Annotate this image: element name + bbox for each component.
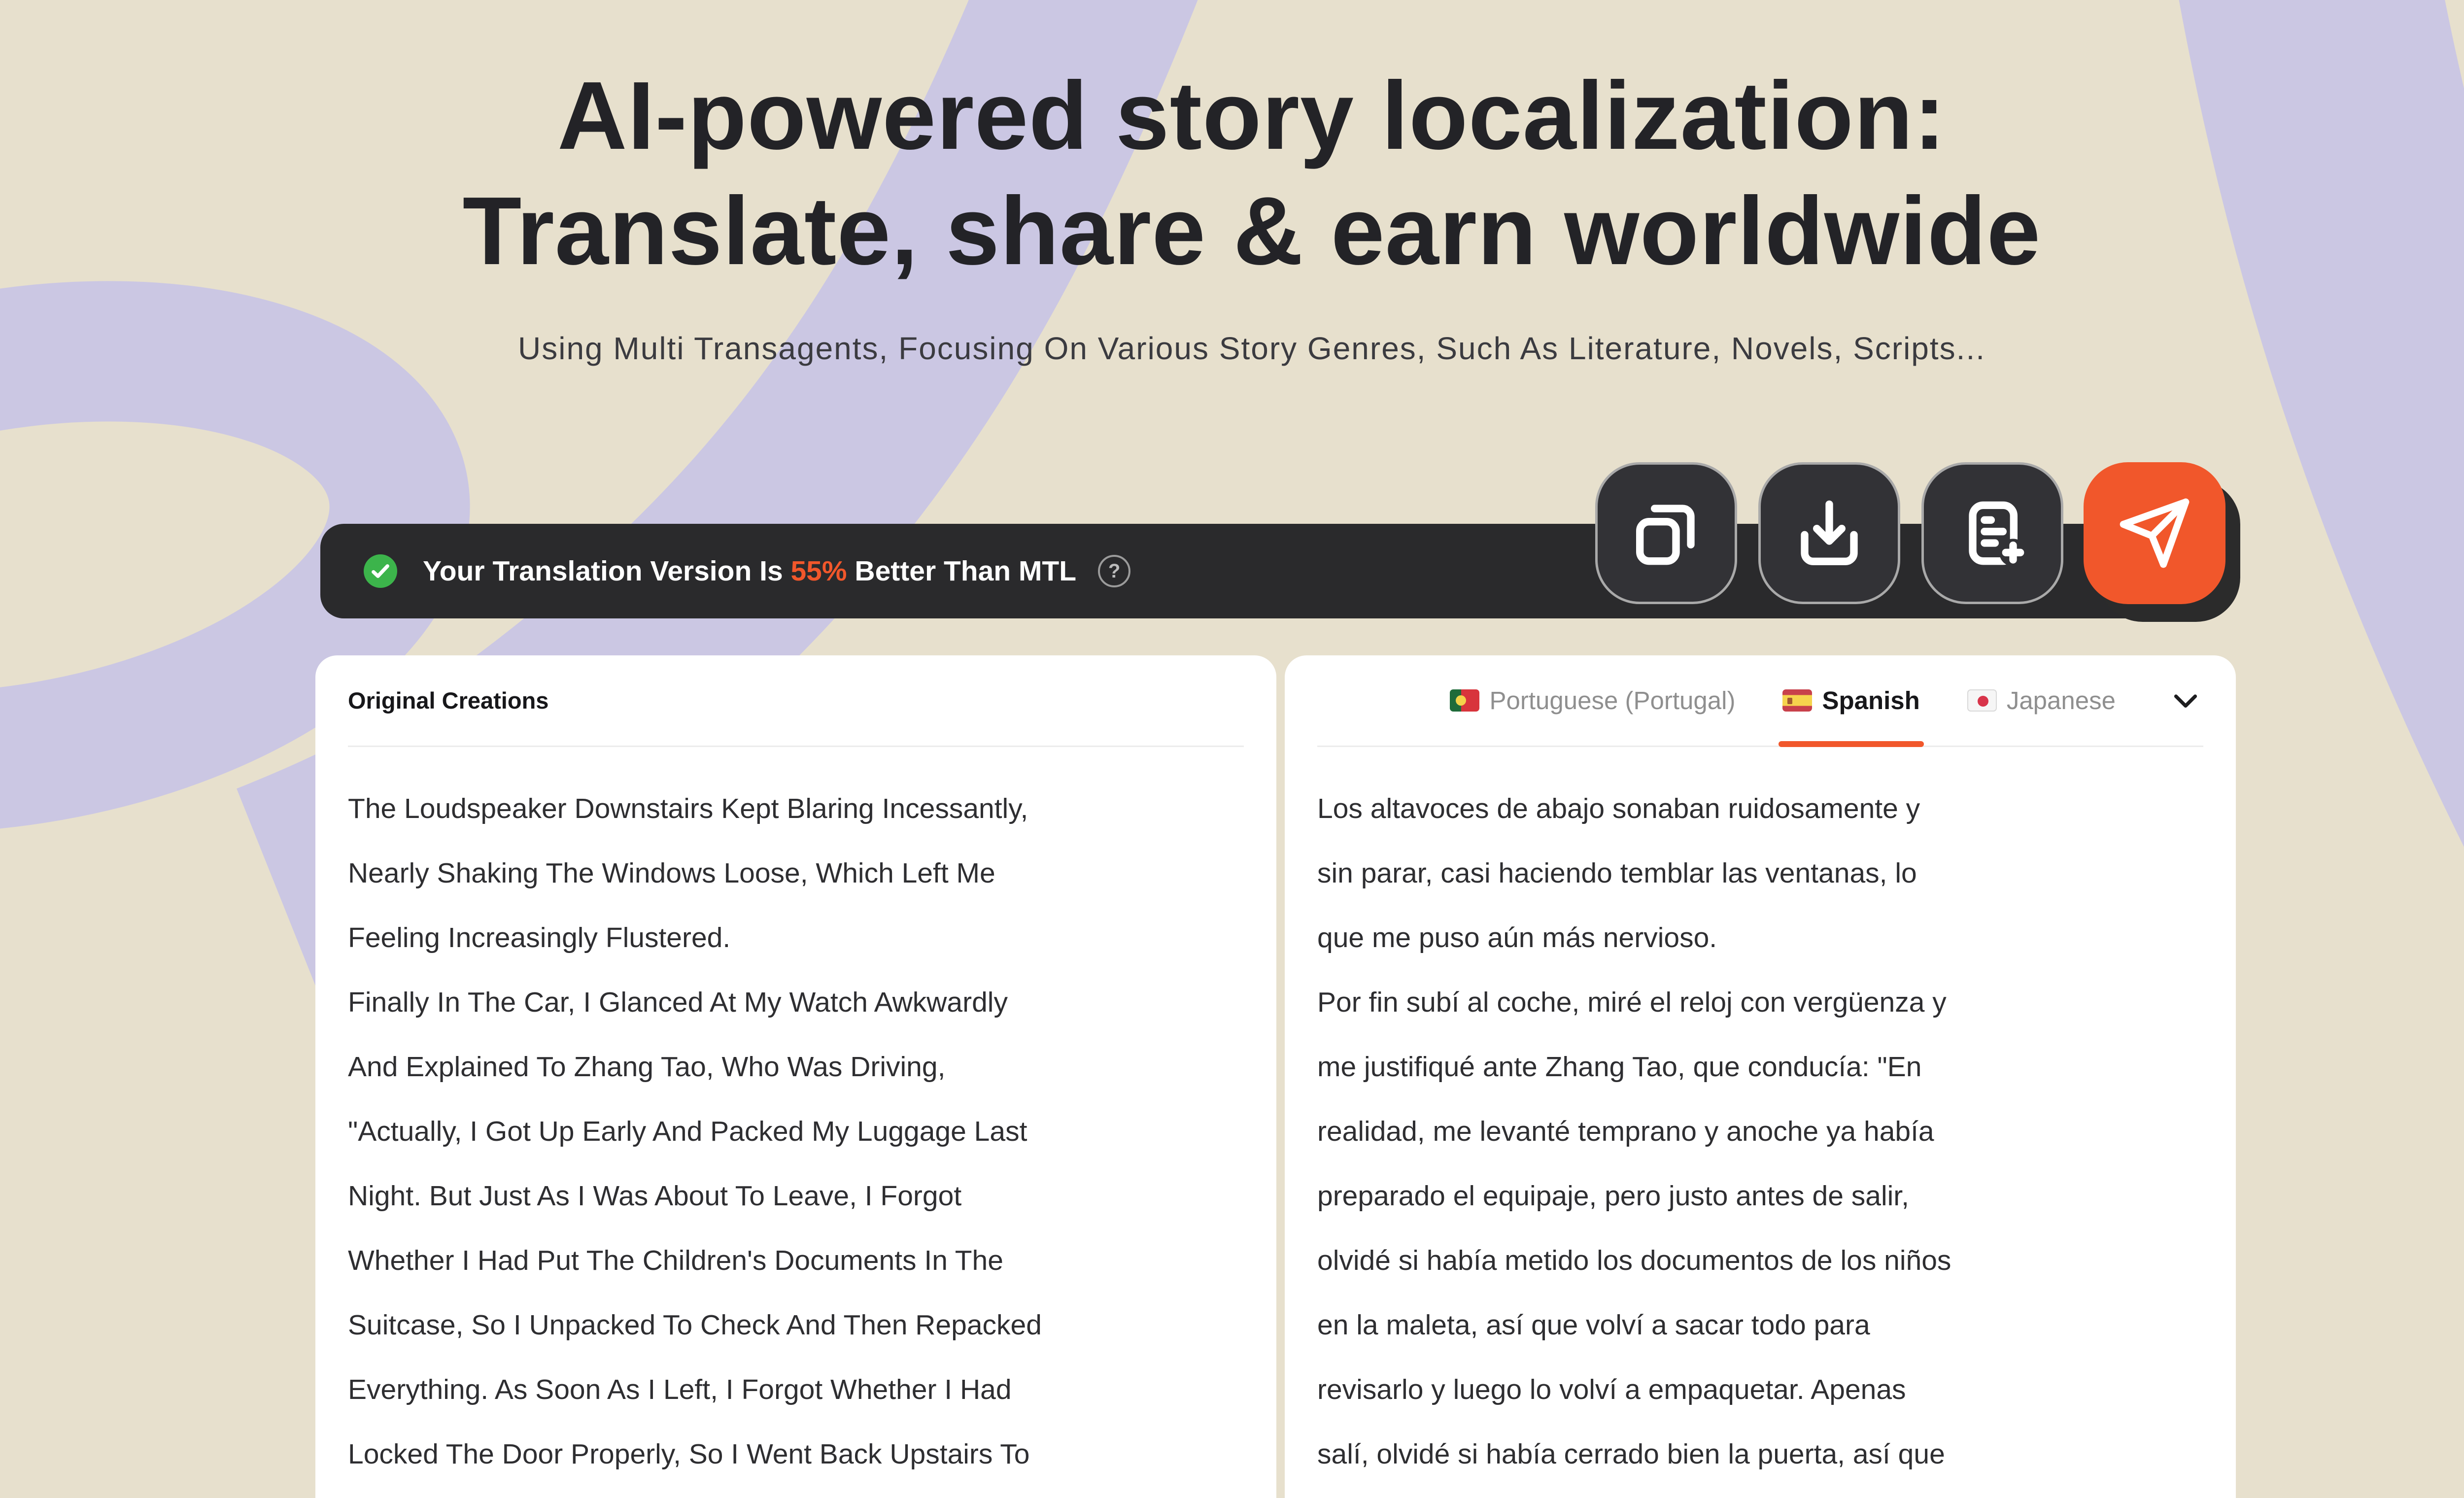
download-button[interactable] xyxy=(1758,462,1900,604)
translation-text-area[interactable]: Los altavoces de abajo sonaban ruidosame… xyxy=(1285,747,2236,1498)
translation-line: olvidé si había metido los documentos de… xyxy=(1317,1245,1951,1276)
page-title-line2: Translate, share & earn worldwide xyxy=(462,177,2041,285)
send-icon xyxy=(2120,498,2190,568)
original-panel: Original Creations The Loudspeaker Downs… xyxy=(315,655,1276,1498)
add-document-icon xyxy=(1969,501,2027,567)
page: AI-powered story localization: Translate… xyxy=(0,0,2464,1498)
status-percentage: 55% xyxy=(790,555,847,587)
original-line: Suitcase, So I Unpacked To Check And The… xyxy=(348,1309,1042,1341)
translation-line: preparado el equipaje, pero justo antes … xyxy=(1317,1180,1909,1212)
original-line: "Actually, I Got Up Early And Packed My … xyxy=(348,1116,1027,1147)
portugal-flag-icon xyxy=(1450,689,1480,712)
original-line: Finally In The Car, I Glanced At My Watc… xyxy=(348,987,1008,1018)
status-prefix: Your Translation Version Is xyxy=(423,555,791,587)
translation-line: salí, olvidé si había cerrado bien la pu… xyxy=(1317,1438,1945,1470)
translation-panel: Portuguese (Portugal) Spanish Japanese L… xyxy=(1285,655,2236,1498)
download-icon xyxy=(1801,500,1858,565)
tab-label: Japanese xyxy=(2006,686,2116,715)
translation-line: subí de nuevo para confirmarlo. Como ten… xyxy=(1317,1487,2203,1498)
spain-flag-icon xyxy=(1782,689,1813,712)
original-line: And Explained To Zhang Tao, Who Was Driv… xyxy=(348,1051,946,1083)
translation-line: Los altavoces de abajo sonaban ruidosame… xyxy=(1317,793,1920,824)
language-tabs: Portuguese (Portugal) Spanish Japanese xyxy=(1285,655,2236,747)
original-line: Locked The Door Properly, So I Went Back… xyxy=(348,1438,1030,1470)
original-line: Feeling Increasingly Flustered. xyxy=(348,922,731,953)
translation-line: sin parar, casi haciendo temblar las ven… xyxy=(1317,857,1917,889)
original-line: Confirm. In My Hurry, I Tripped While Go… xyxy=(348,1487,1244,1498)
page-subtitle: Using Multi Transagents, Focusing On Var… xyxy=(518,331,1985,366)
tab-spanish[interactable]: Spanish xyxy=(1779,655,1924,747)
translation-line: revisarlo y luego lo volví a empaquetar.… xyxy=(1317,1374,1906,1405)
tab-portuguese[interactable]: Portuguese (Portugal) xyxy=(1450,655,1735,746)
original-text-area[interactable]: The Loudspeaker Downstairs Kept Blaring … xyxy=(315,747,1276,1498)
help-icon[interactable]: ? xyxy=(1098,555,1131,587)
page-title: AI-powered story localization: Translate… xyxy=(0,58,2464,289)
translation-line: me justifiqué ante Zhang Tao, que conduc… xyxy=(1317,1051,1922,1083)
tab-label: Portuguese (Portugal) xyxy=(1489,686,1736,715)
original-line: Night. But Just As I Was About To Leave,… xyxy=(348,1180,962,1212)
original-line: Nearly Shaking The Windows Loose, Which … xyxy=(348,857,995,889)
send-button[interactable] xyxy=(2084,462,2225,604)
copy-button[interactable] xyxy=(1595,462,1737,604)
page-title-line1: AI-powered story localization: xyxy=(557,62,1946,170)
hero: AI-powered story localization: Translate… xyxy=(0,58,2464,367)
status-text: Your Translation Version Is 55% Better T… xyxy=(423,555,1076,587)
original-line: Everything. As Soon As I Left, I Forgot … xyxy=(348,1374,1012,1405)
help-glyph: ? xyxy=(1108,560,1121,582)
translation-line: Por fin subí al coche, miré el reloj con… xyxy=(1317,987,1947,1018)
original-panel-header: Original Creations xyxy=(315,655,1276,746)
tab-label: Spanish xyxy=(1822,686,1920,715)
translation-line: realidad, me levanté temprano y anoche y… xyxy=(1317,1116,1934,1147)
translation-line: en la maleta, así que volví a sacar todo… xyxy=(1317,1309,1870,1341)
translation-line: que me puso aún más nervioso. xyxy=(1317,922,1717,953)
japan-flag-icon xyxy=(1967,689,1997,712)
add-document-button[interactable] xyxy=(1921,462,2063,604)
check-icon xyxy=(364,554,397,588)
original-line: Whether I Had Put The Children's Documen… xyxy=(348,1245,1003,1276)
chevron-down-icon[interactable] xyxy=(2168,683,2203,718)
tab-japanese[interactable]: Japanese xyxy=(1967,655,2116,746)
status-suffix: Better Than MTL xyxy=(847,555,1077,587)
copy-icon xyxy=(1636,505,1695,565)
original-panel-title: Original Creations xyxy=(348,687,549,714)
original-line: The Loudspeaker Downstairs Kept Blaring … xyxy=(348,793,1028,824)
